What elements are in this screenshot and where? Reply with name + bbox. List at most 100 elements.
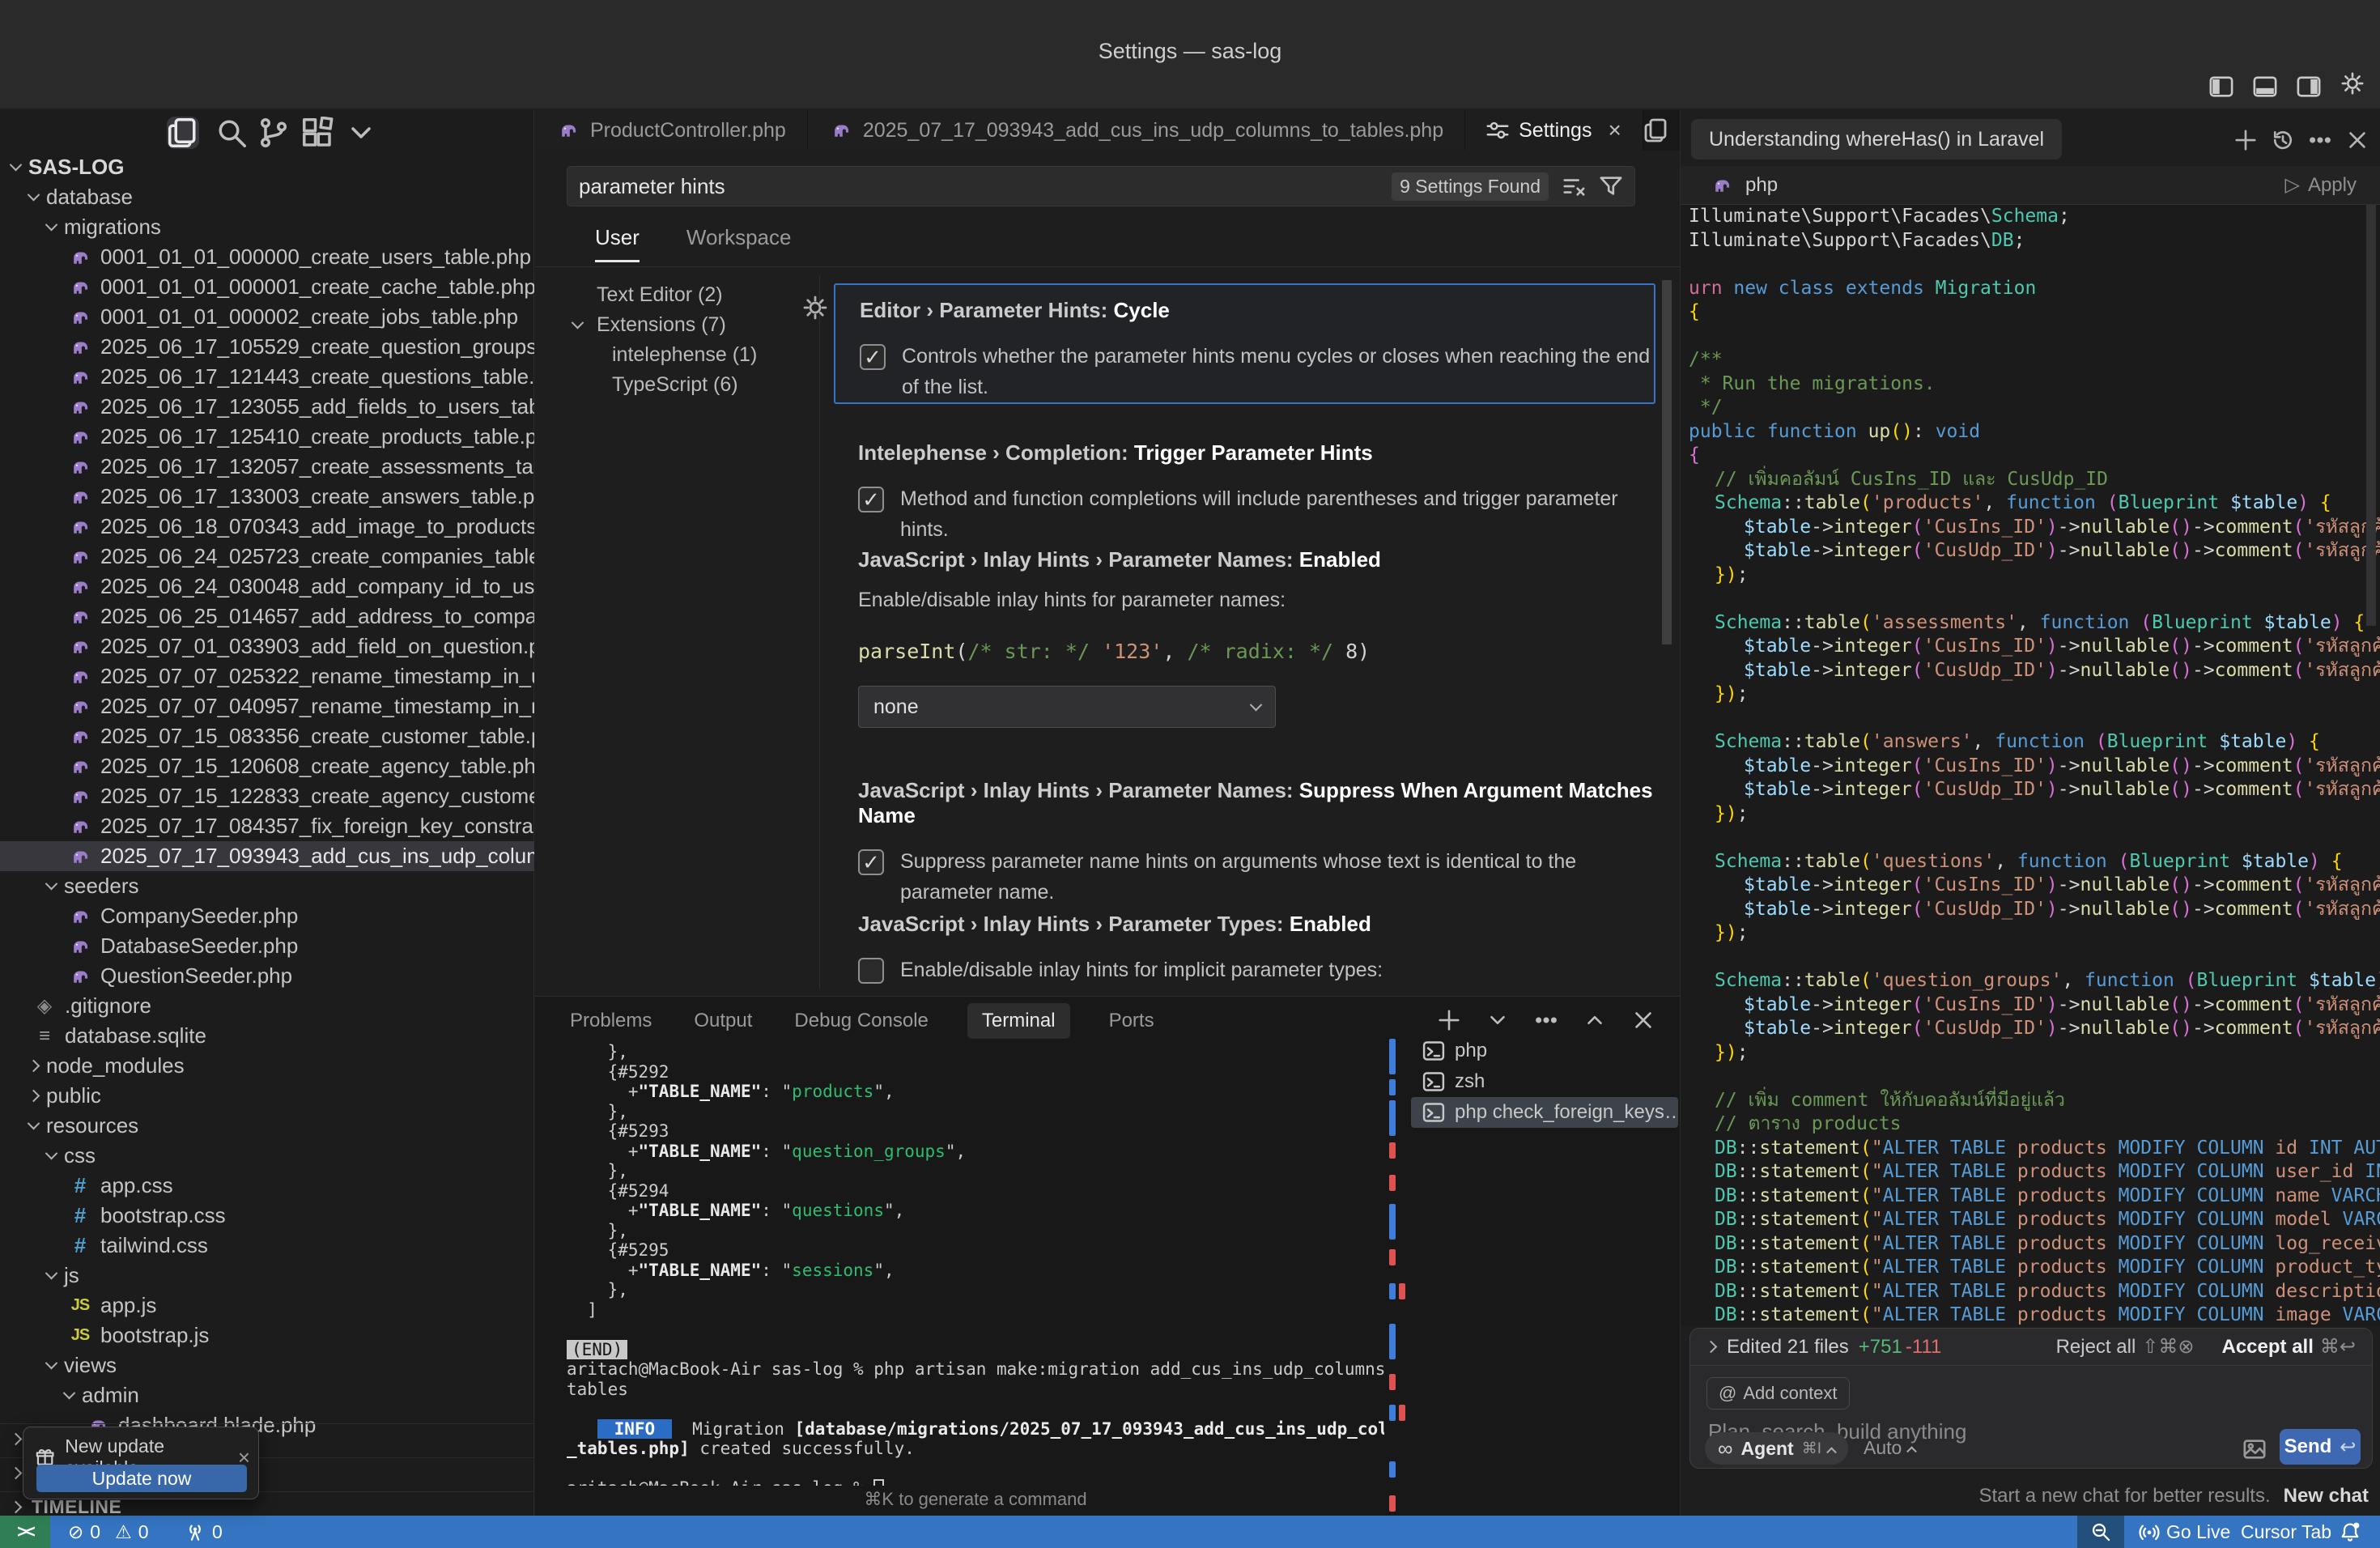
notifications-bell-icon[interactable]	[2340, 1516, 2361, 1548]
filter-funnel-icon[interactable]	[1599, 174, 1623, 198]
attach-image-icon[interactable]	[2242, 1437, 2267, 1461]
tree-folder-node_modules[interactable]: node_modules	[0, 1051, 534, 1081]
settings-search-input[interactable]: parameter hints 9 Settings Found	[567, 166, 1635, 206]
toc-intelephense[interactable]: intelephense (1)	[535, 340, 818, 370]
panel-tab-ports[interactable]: Ports	[1106, 1003, 1158, 1039]
tree-item[interactable]: JSapp.js	[0, 1291, 534, 1320]
scope-tab-user[interactable]: User	[595, 225, 640, 262]
more-options-icon[interactable]	[2308, 128, 2332, 152]
tree-item[interactable]: 0001_01_01_000000_create_users_table.php	[0, 242, 534, 272]
tree-item[interactable]: 0001_01_01_000002_create_jobs_table.php	[0, 302, 534, 332]
setting-checkbox[interactable]: ✓	[860, 344, 886, 370]
tree-item[interactable]: DatabaseSeeder.php	[0, 931, 534, 961]
tree-item[interactable]: 2025_07_17_093943_add_cus_ins_udp_column…	[0, 841, 534, 871]
tree-item[interactable]: 2025_06_25_014657_add_address_to_compani…	[0, 602, 534, 632]
chat-code-block[interactable]: Illuminate\Support\Facades\Schema;Illumi…	[1681, 205, 2380, 1326]
maximize-panel-icon[interactable]	[1583, 1008, 1607, 1032]
copy-editor-icon[interactable]	[1643, 117, 1669, 143]
scope-tab-workspace[interactable]: Workspace	[686, 225, 792, 262]
source-control-icon[interactable]	[257, 117, 290, 149]
terminal-dropdown-icon[interactable]	[1485, 1008, 1510, 1032]
new-chat-icon[interactable]	[2233, 128, 2258, 152]
close-panel-icon[interactable]	[1631, 1008, 1655, 1032]
problems-status[interactable]: ⊘0 ⚠0	[68, 1516, 149, 1548]
tree-item[interactable]: 2025_07_15_120608_create_agency_table.ph…	[0, 751, 534, 781]
panel-tab-problems[interactable]: Problems	[567, 1003, 655, 1039]
tree-item[interactable]: 2025_06_17_123055_add_fields_to_users_ta…	[0, 392, 534, 422]
setting-edit-gear-icon[interactable]	[802, 295, 828, 321]
tree-item[interactable]: 0001_01_01_000001_create_cache_table.php	[0, 272, 534, 302]
model-selector[interactable]: Auto	[1864, 1437, 1915, 1459]
reject-all-button[interactable]: Reject all⇧⌘⊗	[2056, 1335, 2195, 1359]
apply-button[interactable]: ▷ Apply	[2284, 173, 2357, 197]
tree-item[interactable]: ◈.gitignore	[0, 991, 534, 1021]
tree-folder-public[interactable]: public	[0, 1081, 534, 1111]
tree-folder-database[interactable]: database	[0, 182, 534, 212]
tree-item[interactable]: JSbootstrap.js	[0, 1320, 534, 1350]
go-live-button[interactable]: Go Live	[2139, 1516, 2230, 1548]
tree-item[interactable]: 2025_06_17_105529_create_question_groups…	[0, 332, 534, 362]
terminal-instance-php[interactable]: php check_foreign_keys…	[1411, 1097, 1678, 1128]
tree-item[interactable]: #app.css	[0, 1171, 534, 1201]
extensions-icon[interactable]	[301, 117, 334, 149]
panel-tab-debug-console[interactable]: Debug Console	[791, 1003, 931, 1039]
tree-item[interactable]: 2025_07_07_025322_rename_timestamp_in_us…	[0, 661, 534, 691]
tree-item[interactable]: 2025_06_24_025723_create_companies_table…	[0, 542, 534, 572]
tree-folder-migrations[interactable]: migrations	[0, 212, 534, 242]
search-icon[interactable]	[215, 117, 248, 149]
tree-folder-js[interactable]: js	[0, 1261, 534, 1291]
tree-item[interactable]: 2025_06_17_133003_create_answers_table.p…	[0, 482, 534, 512]
clear-filters-icon[interactable]	[1562, 174, 1586, 198]
terminal-instance-php[interactable]: php	[1411, 1036, 1678, 1066]
ports-status[interactable]: 0	[185, 1516, 223, 1548]
tree-folder-resources[interactable]: resources	[0, 1111, 534, 1141]
toggle-left-sidebar-icon[interactable]	[2207, 74, 2236, 99]
new-chat-link[interactable]: New chat	[2284, 1485, 2369, 1507]
tree-item[interactable]: 2025_07_07_040957_rename_timestamp_in_mu…	[0, 691, 534, 721]
tree-item[interactable]: #bootstrap.css	[0, 1201, 534, 1231]
tree-item[interactable]: #tailwind.css	[0, 1231, 534, 1261]
tree-item[interactable]: 2025_06_18_070343_add_image_to_products_…	[0, 512, 534, 542]
chat-tab[interactable]: Understanding whereHas() in Laravel	[1691, 119, 2062, 159]
agent-mode-selector[interactable]: ∞ Agent ⌘I	[1705, 1432, 1848, 1465]
toggle-right-sidebar-icon[interactable]	[2294, 74, 2323, 99]
tree-folder-seeders[interactable]: seeders	[0, 871, 534, 901]
zoom-status[interactable]	[2077, 1516, 2124, 1548]
toc-typescript[interactable]: TypeScript (6)	[535, 370, 818, 400]
tree-folder-admin[interactable]: admin	[0, 1380, 534, 1410]
tree-item[interactable]: 2025_06_17_121443_create_questions_table…	[0, 362, 534, 392]
tree-item[interactable]: 2025_07_15_083356_create_customer_table.…	[0, 721, 534, 751]
setting-checkbox[interactable]: ✓	[858, 487, 884, 512]
tree-item[interactable]: 2025_07_15_122833_create_agency_customer…	[0, 781, 534, 811]
code-scrollbar[interactable]	[2366, 205, 2376, 626]
tree-item[interactable]: ≡database.sqlite	[0, 1021, 534, 1051]
more-actions-icon[interactable]	[1534, 1008, 1558, 1032]
update-now-button[interactable]: Update now	[36, 1465, 247, 1492]
tree-item[interactable]: QuestionSeeder.php	[0, 961, 534, 991]
setting-checkbox[interactable]: ✓	[858, 849, 884, 875]
settings-gear-icon[interactable]	[2338, 71, 2367, 96]
tree-item[interactable]: CompanySeeder.php	[0, 901, 534, 931]
toc-text[interactable]: Text Editor (2)	[535, 280, 818, 310]
toc-extensions[interactable]: Extensions (7)	[535, 310, 818, 340]
setting-checkbox[interactable]	[858, 958, 884, 984]
editor-tab-ProductController.php[interactable]: ProductController.php	[535, 110, 808, 151]
new-terminal-icon[interactable]	[1437, 1008, 1461, 1032]
panel-tab-terminal[interactable]: Terminal	[967, 1003, 1070, 1039]
edited-files-bar[interactable]: Edited 21 files +751 -111 Reject all⇧⌘⊗ …	[1690, 1329, 2372, 1366]
tree-item[interactable]: 2025_06_17_132057_create_assessments_tab…	[0, 452, 534, 482]
tree-folder-SAS-LOG[interactable]: SAS-LOG	[0, 152, 534, 182]
editor-tab-Settings[interactable]: Settings×	[1465, 110, 1643, 151]
send-button[interactable]: Send↩	[2280, 1429, 2361, 1465]
tree-item[interactable]: 2025_06_17_125410_create_products_table.…	[0, 422, 534, 452]
tree-item[interactable]: 2025_07_17_084357_fix_foreign_key_constr…	[0, 811, 534, 841]
settings-scrollbar[interactable]	[1662, 280, 1672, 644]
accept-all-button[interactable]: Accept all⌘↩	[2222, 1335, 2357, 1359]
remote-indicator[interactable]: ><	[0, 1516, 50, 1548]
close-tab-icon[interactable]: ×	[1608, 117, 1621, 143]
terminal-output[interactable]: }, {#5292 +"TABLE_NAME": "products", }, …	[567, 1042, 1384, 1486]
history-icon[interactable]	[2271, 128, 2295, 152]
terminal-instance-zsh[interactable]: zsh	[1411, 1066, 1678, 1097]
close-chat-icon[interactable]	[2345, 128, 2369, 152]
editor-tab-2025_07_17_093943_add_cus_ins_udp_columns_to_tables.php[interactable]: 2025_07_17_093943_add_cus_ins_udp_column…	[808, 110, 1465, 151]
